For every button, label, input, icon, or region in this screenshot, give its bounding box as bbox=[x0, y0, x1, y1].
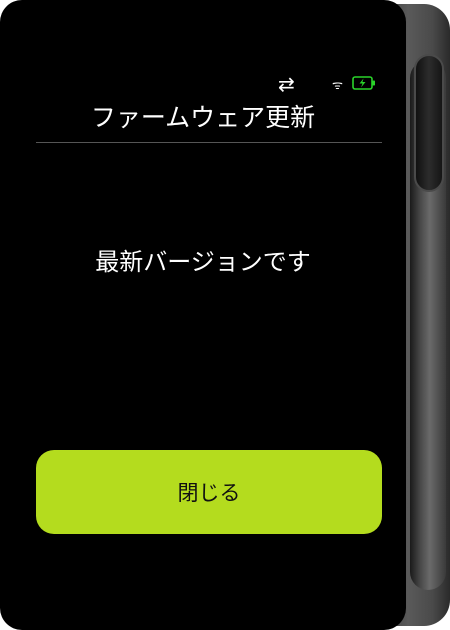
page-title: ファームウェア更新 bbox=[90, 103, 316, 132]
status-message: 最新バージョンです bbox=[95, 248, 311, 276]
title-divider bbox=[36, 142, 382, 143]
device-screen: ⇄ ᯤ ファームウェア更新 最新バージョンです 閉じる bbox=[0, 0, 406, 630]
device-frame: ⇄ ᯤ ファームウェア更新 最新バージョンです 閉じる bbox=[0, 0, 450, 630]
close-button-label: 閉じる bbox=[177, 481, 241, 505]
device-side-button[interactable] bbox=[414, 54, 444, 192]
sync-icon: ⇄ bbox=[278, 72, 295, 96]
battery-charging-icon bbox=[352, 76, 375, 90]
status-bar: ⇄ ᯤ bbox=[0, 72, 406, 96]
wifi-icon: ᯤ bbox=[332, 78, 343, 92]
close-button[interactable]: 閉じる bbox=[36, 450, 382, 534]
